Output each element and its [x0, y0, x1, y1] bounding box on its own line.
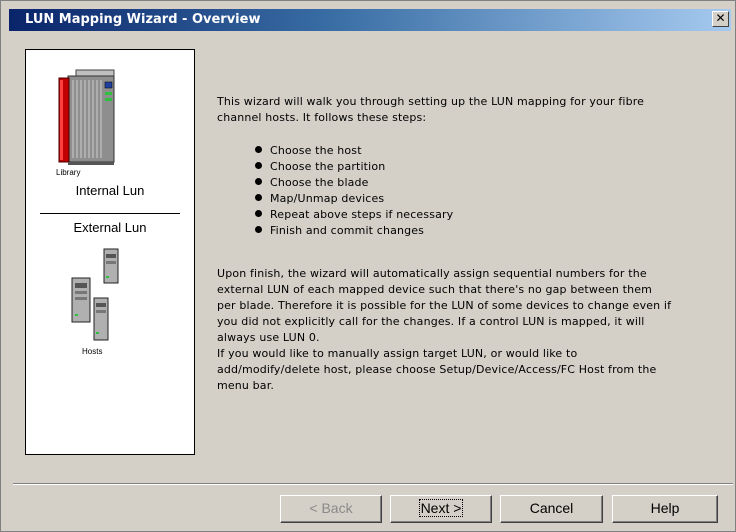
body-line: Upon finish, the wizard will automatical…	[217, 267, 647, 280]
help-button-label: Help	[650, 500, 680, 516]
cancel-button-label: Cancel	[529, 500, 574, 516]
lun-mapping-wizard-window: LUN Mapping Wizard - Overview ✕ Library …	[0, 0, 736, 532]
intro-line: channel hosts. It follows these steps:	[217, 111, 427, 124]
bullet-icon	[255, 178, 262, 185]
bullet-icon	[255, 162, 262, 169]
window-title: LUN Mapping Wizard - Overview	[25, 12, 261, 27]
list-item: Finish and commit changes	[255, 223, 453, 239]
list-item: Choose the blade	[255, 175, 453, 191]
button-bar-separator	[13, 483, 733, 485]
close-icon: ✕	[715, 11, 726, 25]
bullet-icon	[255, 146, 262, 153]
list-item: Repeat above steps if necessary	[255, 207, 453, 223]
library-tower-icon	[58, 69, 115, 165]
next-button[interactable]: Next >	[390, 495, 492, 523]
body-line: always use LUN 0.	[217, 331, 320, 344]
body-line: per blade. Therefore it is possible for …	[217, 299, 672, 312]
server-tower-1	[103, 248, 119, 284]
wizard-description-panel: This wizard will walk you through settin…	[207, 49, 731, 455]
body-line: If you would like to manually assign tar…	[217, 347, 578, 360]
wizard-side-panel: Library Internal Lun External Lun Hosts	[25, 49, 195, 455]
cancel-button[interactable]: Cancel	[500, 495, 603, 523]
back-button[interactable]: < Back	[280, 495, 382, 523]
internal-lun-label: Internal Lun	[75, 183, 145, 198]
body-line: external LUN of each mapped device such …	[217, 283, 652, 296]
help-button[interactable]: Help	[612, 495, 718, 523]
step-label: Repeat above steps if necessary	[270, 208, 454, 221]
title-bar[interactable]: LUN Mapping Wizard - Overview ✕	[9, 9, 731, 31]
list-item: Choose the host	[255, 143, 453, 159]
bullet-icon	[255, 226, 262, 233]
lun-divider	[40, 213, 180, 214]
body-line: add/modify/delete host, please choose Se…	[217, 363, 657, 376]
close-button[interactable]: ✕	[712, 11, 729, 27]
server-tower-3	[93, 297, 109, 341]
body-line: menu bar.	[217, 379, 275, 392]
step-label: Choose the host	[270, 144, 362, 157]
step-label: Choose the blade	[270, 176, 369, 189]
library-label: Library	[56, 168, 81, 177]
step-label: Choose the partition	[270, 160, 386, 173]
hosts-label: Hosts	[82, 347, 103, 356]
list-item: Map/Unmap devices	[255, 191, 453, 207]
back-button-label: < Back	[309, 500, 353, 516]
steps-list: Choose the host Choose the partition Cho…	[255, 143, 453, 239]
next-button-label: Next >	[418, 499, 464, 517]
bullet-icon	[255, 194, 262, 201]
bullet-icon	[255, 210, 262, 217]
step-label: Finish and commit changes	[270, 224, 425, 237]
intro-line: This wizard will walk you through settin…	[217, 95, 645, 108]
body-line: you did not explicitly call for the chan…	[217, 315, 645, 328]
external-lun-label: External Lun	[73, 220, 147, 235]
list-item: Choose the partition	[255, 159, 453, 175]
host-servers-icon	[71, 248, 119, 341]
server-tower-2	[71, 277, 91, 323]
step-label: Map/Unmap devices	[270, 192, 385, 205]
